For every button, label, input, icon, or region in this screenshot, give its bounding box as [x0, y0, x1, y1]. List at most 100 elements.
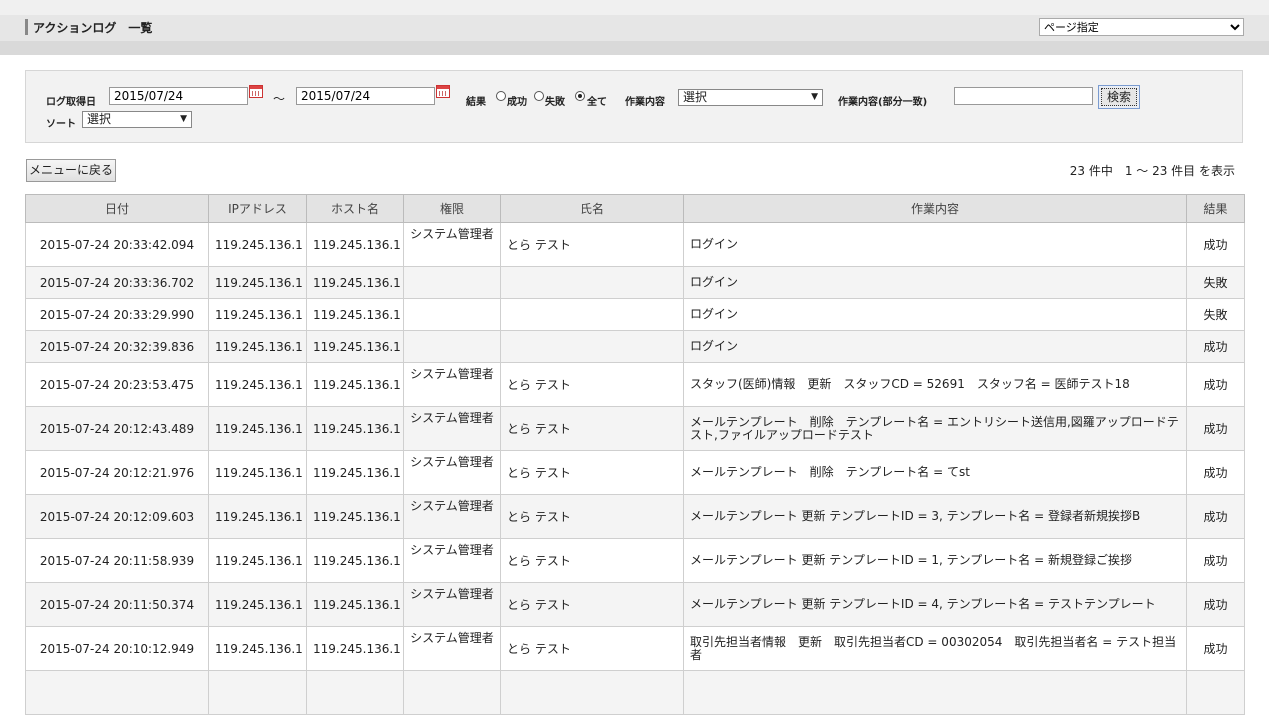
cell-host [306, 670, 404, 715]
result-label: 結果 [466, 97, 486, 108]
cell-date: 2015-07-24 20:10:12.949 [25, 626, 209, 671]
calendar-icon[interactable] [249, 85, 263, 98]
cell-result: 失敗 [1186, 298, 1245, 331]
table-row: 2015-07-24 20:12:09.603 119.245.136.1 119.… [25, 494, 1245, 539]
cell-name [500, 330, 684, 363]
cell-result: 成功 [1186, 222, 1245, 267]
cell-work: ログイン [683, 330, 1187, 363]
cell-role: システム管理者 [403, 582, 501, 627]
date-to-input[interactable] [296, 87, 435, 105]
page-select[interactable]: ページ指定 [1039, 18, 1244, 36]
col-header-ip[interactable]: IPアドレス [208, 194, 307, 223]
sort-select-value: 選択 [87, 112, 112, 126]
chevron-down-icon: ▼ [180, 114, 187, 124]
title-bar-accent [25, 19, 28, 35]
cell-work: メールテンプレート 更新 テンプレートID = 3, テンプレート名 = 登録者… [683, 494, 1187, 539]
cell-name [500, 670, 684, 715]
cell-work: スタッフ(医師)情報 更新 スタッフCD = 52691 スタッフ名 = 医師テ… [683, 362, 1187, 407]
date-range-tilde: ～ [273, 92, 286, 106]
table-row: 2015-07-24 20:12:43.489 119.245.136.1 119.… [25, 406, 1245, 451]
cell-work: ログイン [683, 266, 1187, 299]
sort-label: ソート [46, 119, 76, 130]
cell-ip: 119.245.136.1 [208, 494, 307, 539]
cell-result: 成功 [1186, 582, 1245, 627]
cell-role [403, 298, 501, 331]
cell-work: メールテンプレート 削除 テンプレート名 = エントリシート送信用,図羅アップロ… [683, 406, 1187, 451]
table-row: 2015-07-24 20:10:12.949 119.245.136.1 119.… [25, 626, 1245, 671]
cell-result: 成功 [1186, 538, 1245, 583]
cell-name: とら テスト [500, 222, 684, 267]
work-select[interactable]: 選択 ▼ [678, 89, 823, 106]
cell-role: システム管理者 [403, 538, 501, 583]
table-header-row: 日付 IPアドレス ホスト名 権限 氏名 作業内容 結果 [25, 194, 1245, 223]
cell-date: 2015-07-24 20:33:36.702 [25, 266, 209, 299]
cell-ip: 119.245.136.1 [208, 298, 307, 331]
cell-role [403, 330, 501, 363]
cell-ip: 119.245.136.1 [208, 582, 307, 627]
result-all-radio[interactable] [575, 91, 585, 101]
cell-result: 成功 [1186, 330, 1245, 363]
col-header-host[interactable]: ホスト名 [306, 194, 404, 223]
result-failure-radio[interactable] [534, 91, 544, 101]
work-label: 作業内容 [625, 97, 665, 108]
cell-date: 2015-07-24 20:11:58.939 [25, 538, 209, 583]
col-header-date[interactable]: 日付 [25, 194, 209, 223]
cell-date: 2015-07-24 20:12:21.976 [25, 450, 209, 495]
cell-date: 2015-07-24 20:33:29.990 [25, 298, 209, 331]
col-header-name[interactable]: 氏名 [500, 194, 684, 223]
work-select-value: 選択 [683, 90, 708, 104]
cell-date: 2015-07-24 20:11:50.374 [25, 582, 209, 627]
result-success-radio[interactable] [496, 91, 506, 101]
cell-host: 119.245.136.1 [306, 494, 404, 539]
date-from-input[interactable] [109, 87, 248, 105]
col-header-work[interactable]: 作業内容 [683, 194, 1187, 223]
cell-work [683, 670, 1187, 715]
top-strip [0, 0, 1269, 15]
search-button[interactable]: 検索 [1098, 85, 1140, 109]
cell-host: 119.245.136.1 [306, 582, 404, 627]
work-partial-input[interactable] [954, 87, 1093, 105]
page-header: アクションログ 一覧 ページ指定 [0, 15, 1269, 41]
cell-name: とら テスト [500, 626, 684, 671]
cell-host: 119.245.136.1 [306, 406, 404, 451]
result-all-label: 全て [587, 97, 607, 108]
table-row [25, 670, 1245, 715]
cell-ip [208, 670, 307, 715]
cell-result: 成功 [1186, 362, 1245, 407]
table-row: 2015-07-24 20:32:39.836 119.245.136.1 119.… [25, 330, 1245, 363]
cell-name [500, 266, 684, 299]
page-title: アクションログ 一覧 [33, 21, 153, 35]
result-success-label: 成功 [507, 97, 527, 108]
table-row: 2015-07-24 20:12:21.976 119.245.136.1 119.… [25, 450, 1245, 495]
cell-work: ログイン [683, 222, 1187, 267]
back-to-menu-button[interactable]: メニューに戻る [26, 159, 116, 182]
cell-result: 成功 [1186, 626, 1245, 671]
col-header-role[interactable]: 権限 [403, 194, 501, 223]
cell-role: システム管理者 [403, 222, 501, 267]
cell-work: メールテンプレート 更新 テンプレートID = 4, テンプレート名 = テスト… [683, 582, 1187, 627]
cell-host: 119.245.136.1 [306, 222, 404, 267]
cell-result: 成功 [1186, 494, 1245, 539]
table-row: 2015-07-24 20:11:58.939 119.245.136.1 119.… [25, 538, 1245, 583]
cell-name: とら テスト [500, 582, 684, 627]
col-header-result[interactable]: 結果 [1186, 194, 1245, 223]
table-row: 2015-07-24 20:11:50.374 119.245.136.1 119.… [25, 582, 1245, 627]
calendar-icon[interactable] [436, 85, 450, 98]
cell-date: 2015-07-24 20:33:42.094 [25, 222, 209, 267]
table-row: 2015-07-24 20:33:42.094 119.245.136.1 119.… [25, 222, 1245, 267]
cell-work: 取引先担当者情報 更新 取引先担当者CD = 00302054 取引先担当者名 … [683, 626, 1187, 671]
cell-name: とら テスト [500, 362, 684, 407]
cell-name: とら テスト [500, 450, 684, 495]
result-failure-label: 失敗 [545, 97, 565, 108]
cell-role: システム管理者 [403, 626, 501, 671]
work-partial-label: 作業内容(部分一致) [838, 97, 928, 108]
cell-ip: 119.245.136.1 [208, 330, 307, 363]
table-row: 2015-07-24 20:33:36.702 119.245.136.1 119.… [25, 266, 1245, 299]
result-count: 23 件中 1 ～ 23 件目 を表示 [1069, 164, 1235, 178]
cell-date: 2015-07-24 20:12:09.603 [25, 494, 209, 539]
cell-date: 2015-07-24 20:12:43.489 [25, 406, 209, 451]
cell-role: システム管理者 [403, 406, 501, 451]
sort-select[interactable]: 選択 ▼ [82, 111, 192, 128]
table-row: 2015-07-24 20:33:29.990 119.245.136.1 119.… [25, 298, 1245, 331]
cell-name: とら テスト [500, 406, 684, 451]
